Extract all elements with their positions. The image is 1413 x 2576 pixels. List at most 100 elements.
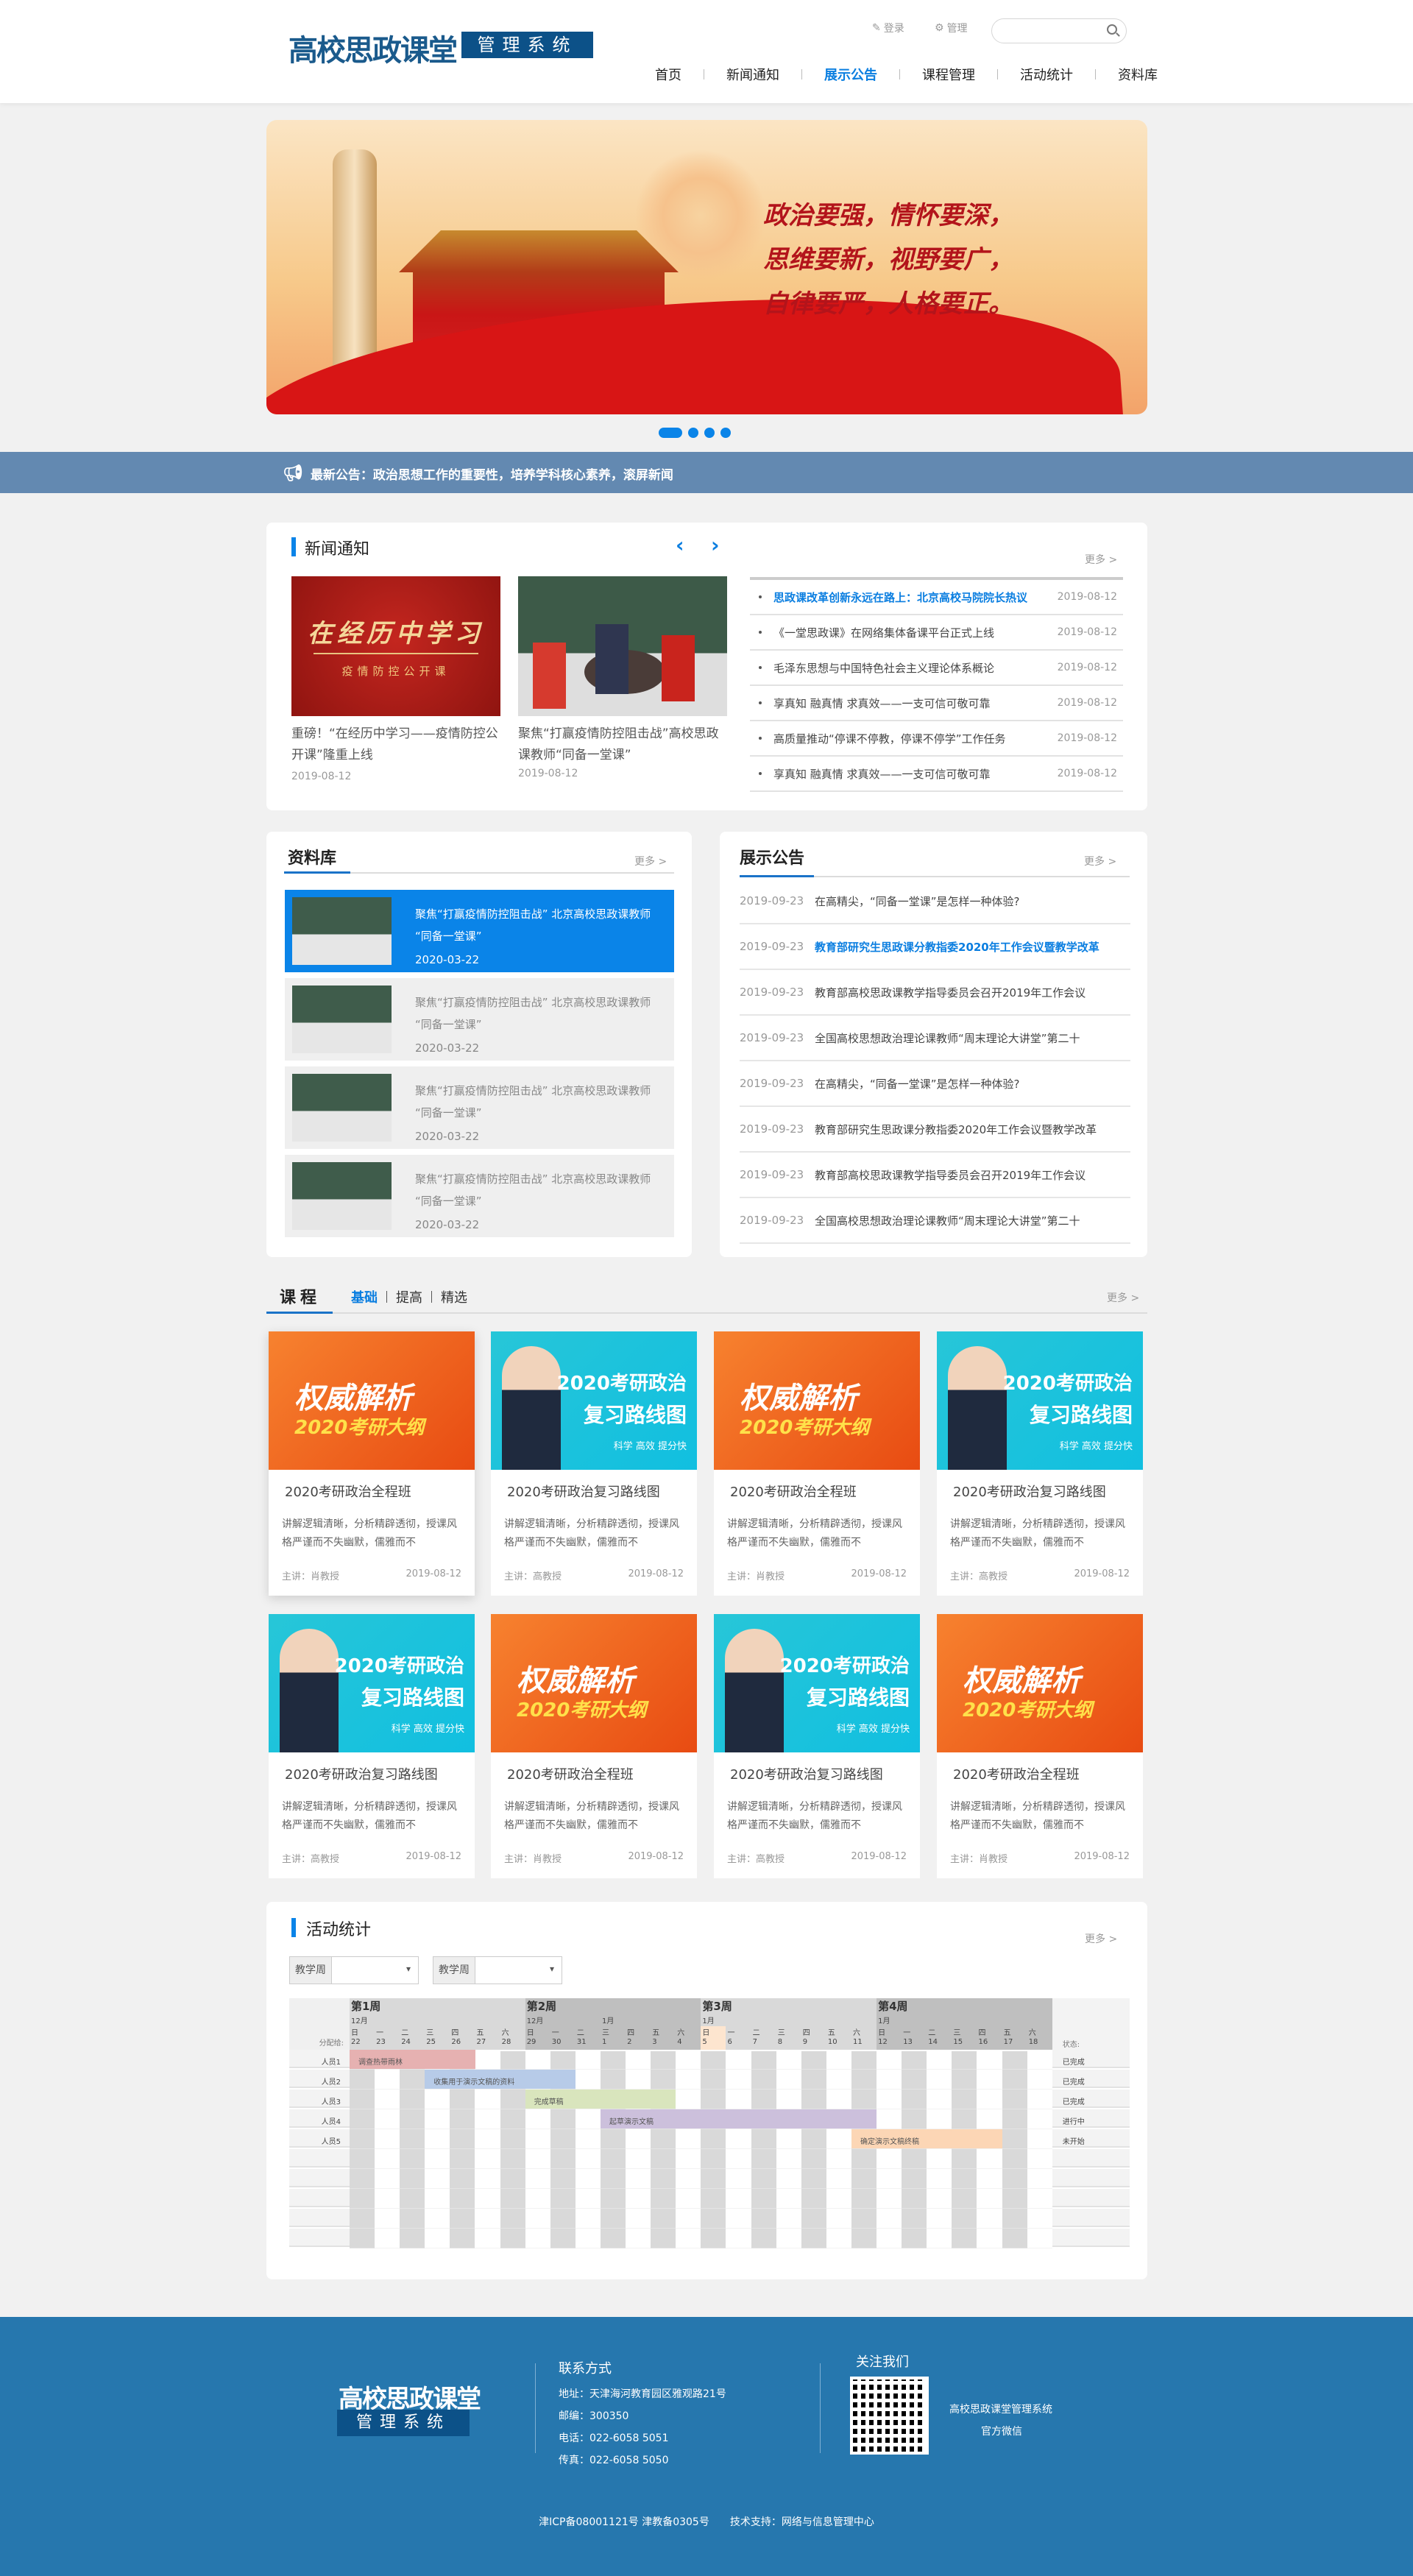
weekday-label: 六 xyxy=(1028,2029,1036,2037)
featured-news[interactable]: 在经历中学习 疫情防控公开课 重磅！“在经历中学习——疫情防控公开课”隆重上线 … xyxy=(291,576,500,782)
weekday-label: 三 xyxy=(777,2029,785,2037)
course-title: 2020考研政治全程班 xyxy=(507,1767,634,1783)
carousel-dot[interactable] xyxy=(659,428,682,438)
more-link[interactable]: 更多 > xyxy=(1085,1931,1117,1946)
month-label: 1月 xyxy=(702,2017,715,2025)
tab-2[interactable]: 精选 xyxy=(441,1287,467,1306)
library-item[interactable]: 聚焦“打赢疫情防控阻击战” 北京高校思政课教师 “同备一堂课” 2020-03-2… xyxy=(285,1066,674,1149)
notice-item[interactable]: 2019-09-23 全国高校思想政治理论课教师“周末理论大讲堂”第二十 xyxy=(740,1198,1130,1244)
banner-slogans: 政治要强，情怀要深， 思维要新，视野要广， 自律要严，人格要正。 xyxy=(763,194,1013,326)
more-link[interactable]: 更多 > xyxy=(634,854,667,868)
weekday-label: 二 xyxy=(401,2029,409,2037)
notice-item[interactable]: 2019-09-23 教育部研究生思政课分教指委2020年工作会议暨教学改革 xyxy=(740,1107,1130,1153)
fax: 传真：022-6058 5050 xyxy=(559,2455,669,2466)
week-label: 第2周 xyxy=(526,2000,557,2013)
more-link[interactable]: 更多 > xyxy=(1107,1290,1139,1305)
carousel-dot[interactable] xyxy=(704,428,715,438)
featured-news[interactable]: 聚焦“打赢疫情防控阻击战”高校思政课教师“同备一堂课” 2019-08-12 xyxy=(518,576,727,779)
notice-date: 2019-09-23 xyxy=(740,894,804,907)
course-card[interactable]: 2020考研政治 复习路线图 科学 高效 提分快 2020考研政治复习路线图 讲解逻辑清… xyxy=(937,1331,1143,1596)
tab-1[interactable]: 提高 xyxy=(396,1287,422,1306)
weekday-label: 六 xyxy=(677,2029,685,2037)
nav-item[interactable]: 课程管理 xyxy=(922,65,975,84)
weekend-column xyxy=(400,2051,425,2248)
library-thumbnail xyxy=(292,897,392,965)
gantt-chart: 分配给: 第1周 第2周 第3周 第4周 12月 12月 1月 1月 1月日 22 一 23 二 24 三 25… xyxy=(289,1998,1130,2248)
banner-carousel[interactable]: 政治要强，情怀要深， 思维要新，视野要广， 自律要严，人格要正。 xyxy=(266,120,1147,414)
tab-0[interactable]: 基础 xyxy=(351,1287,378,1306)
search-icon[interactable] xyxy=(1107,24,1117,35)
wechat-name: 高校思政课堂管理系统 xyxy=(949,2404,1052,2416)
notice-item[interactable]: 2019-09-23 教育部高校思政课教学指导委员会召开2019年工作会议 xyxy=(740,970,1130,1016)
course-card[interactable]: 2020考研政治 复习路线图 科学 高效 提分快 2020考研政治复习路线图 讲解逻辑清… xyxy=(269,1614,475,1878)
select-label: 教学周 xyxy=(290,1957,332,1984)
notice-date: 2019-09-23 xyxy=(740,1214,804,1227)
news-list-item[interactable]: 享真知 融真情 求真效——一支可信可敬可靠 2019-08-12 xyxy=(750,686,1123,721)
nav-item[interactable]: 资料库 xyxy=(1118,65,1158,84)
logo-text[interactable]: 高校思政课堂 xyxy=(288,26,458,69)
library-item[interactable]: 聚焦“打赢疫情防控阻击战” 北京高校思政课教师 “同备一堂课” 2020-03-2… xyxy=(285,1155,674,1237)
course-card[interactable]: 2020考研政治 复习路线图 科学 高效 提分快 2020考研政治复习路线图 讲解逻辑清… xyxy=(491,1331,697,1596)
course-card[interactable]: 权威解析 2020考研大纲 2020考研政治全程班 讲解逻辑清晰，分析精辟透彻，授课风… xyxy=(714,1331,920,1596)
select-value[interactable] xyxy=(332,1957,418,1984)
login-link[interactable]: ✎ 登录 xyxy=(872,21,904,35)
select-value[interactable] xyxy=(475,1957,562,1984)
notice-item[interactable]: 2019-09-23 教育部高校思政课教学指导委员会召开2019年工作会议 xyxy=(740,1153,1130,1198)
notice-item[interactable]: 2019-09-23 在高精尖，“同备一堂课”是怎样一种体验? xyxy=(740,879,1130,924)
weekday-label: 日 xyxy=(351,2029,358,2037)
notice-date: 2019-09-23 xyxy=(740,1031,804,1044)
search-input[interactable] xyxy=(1002,19,1105,43)
nav-item[interactable]: 展示公告 xyxy=(824,65,877,84)
month-label: 12月 xyxy=(351,2017,368,2025)
prev-arrow-icon[interactable]: ‹ xyxy=(676,533,684,557)
library-title: 聚焦“打赢疫情防控阻击战” 北京高校思政课教师 “同备一堂课” xyxy=(415,996,651,1031)
course-lecturer: 主讲：高教授 xyxy=(950,1571,1008,1582)
course-card[interactable]: 权威解析 2020考研大纲 2020考研政治全程班 讲解逻辑清晰，分析精辟透彻，授课风… xyxy=(491,1614,697,1878)
course-card[interactable]: 权威解析 2020考研大纲 2020考研政治全程班 讲解逻辑清晰，分析精辟透彻，授课风… xyxy=(269,1331,475,1596)
week-select[interactable]: 教学周 xyxy=(289,1956,419,1984)
news-caption: 重磅！“在经历中学习——疫情防控公开课”隆重上线 xyxy=(291,726,498,762)
news-list-item[interactable]: 享真知 融真情 求真效——一支可信可敬可靠 2019-08-12 xyxy=(750,757,1123,792)
library-text: 聚焦“打赢疫情防控阻击战” 北京高校思政课教师 “同备一堂课” 2020-03-2… xyxy=(415,1080,665,1149)
notice-item[interactable]: 2019-09-23 全国高校思想政治理论课教师“周末理论大讲堂”第二十 xyxy=(740,1016,1130,1061)
nav-item[interactable]: 新闻通知 xyxy=(726,65,779,84)
notice-item[interactable]: 2019-09-23 教育部研究生思政课分教指委2020年工作会议暨教学改革 xyxy=(740,924,1130,970)
image-tagline: 科学 高效 提分快 xyxy=(1059,1441,1133,1452)
news-list-item[interactable]: 毛泽东思想与中国特色社会主义理论体系概论 2019-08-12 xyxy=(750,651,1123,686)
announcement-text[interactable]: 最新公告：政治思想工作的重要性，培养学科核心素养，滚屏新闻 xyxy=(311,464,673,483)
manage-link[interactable]: ⚙ 管理 xyxy=(935,21,968,35)
notice-date: 2019-09-23 xyxy=(740,940,804,953)
course-image: 2020考研政治 复习路线图 科学 高效 提分快 xyxy=(269,1614,475,1752)
footer-logo-subtitle: 管理系统 xyxy=(337,2410,470,2436)
week-select[interactable]: 教学周 xyxy=(433,1956,562,1984)
course-card[interactable]: 权威解析 2020考研大纲 2020考研政治全程班 讲解逻辑清晰，分析精辟透彻，授课风… xyxy=(937,1614,1143,1878)
nav-item[interactable]: 活动统计 xyxy=(1020,65,1073,84)
course-card[interactable]: 2020考研政治 复习路线图 科学 高效 提分快 2020考研政治复习路线图 讲解逻辑清… xyxy=(714,1614,920,1878)
notice-date: 2019-09-23 xyxy=(740,1077,804,1090)
library-item[interactable]: 聚焦“打赢疫情防控阻击战” 北京高校思政课教师 “同备一堂课” 2020-03-2… xyxy=(285,890,674,972)
news-list-item[interactable]: 《一堂思政课》在网络集体备课平台正式上线 2019-08-12 xyxy=(750,615,1123,651)
carousel-dot[interactable] xyxy=(688,428,698,438)
news-date: 2019-08-12 xyxy=(291,771,352,782)
course-footer: 主讲：肖教授 2019-08-12 xyxy=(504,1851,684,1865)
more-link[interactable]: 更多 > xyxy=(1085,552,1117,567)
month-label: 12月 xyxy=(526,2017,544,2025)
library-item[interactable]: 聚焦“打赢疫情防控阻击战” 北京高校思政课教师 “同备一堂课” 2020-03-2… xyxy=(285,978,674,1061)
weekday-label: 六 xyxy=(501,2029,509,2037)
next-arrow-icon[interactable]: › xyxy=(711,533,720,557)
date-label: 31 xyxy=(576,2038,587,2046)
weekend-column xyxy=(751,2051,776,2248)
course-image: 2020考研政治 复习路线图 科学 高效 提分快 xyxy=(937,1331,1143,1470)
image-title: 在经历中学习 xyxy=(308,619,484,648)
more-link[interactable]: 更多 > xyxy=(1084,854,1116,868)
news-list-item[interactable]: 高质量推动“停课不停教，停课不停学”工作任务 2019-08-12 xyxy=(750,721,1123,757)
carousel-dot[interactable] xyxy=(720,428,731,438)
image-tagline: 科学 高效 提分快 xyxy=(836,1724,910,1735)
row-line xyxy=(350,2208,1052,2209)
carousel-dots xyxy=(659,428,731,438)
date-label: 4 xyxy=(677,2038,682,2046)
nav-item[interactable]: 首页 xyxy=(655,65,681,84)
notice-item[interactable]: 2019-09-23 在高精尖，“同备一堂课”是怎样一种体验? xyxy=(740,1061,1130,1107)
news-list-item[interactable]: 思政课改革创新永远在路上：北京高校马院院长热议 2019-08-12 xyxy=(750,580,1123,615)
course-date: 2019-08-12 xyxy=(406,1568,461,1579)
